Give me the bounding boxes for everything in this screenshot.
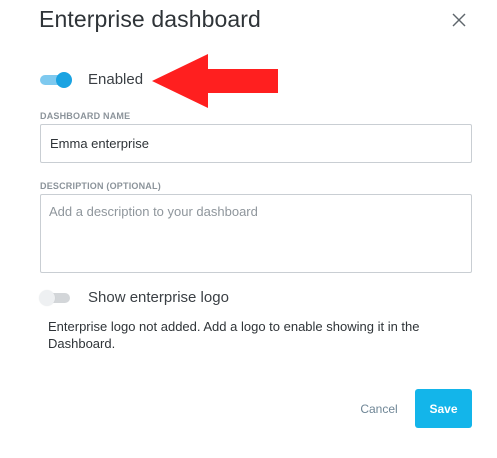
enabled-toggle[interactable] bbox=[40, 72, 74, 88]
enterprise-dashboard-dialog: Enterprise dashboard Enabled DASHBOARD N… bbox=[0, 0, 497, 458]
dashboard-name-input[interactable] bbox=[40, 124, 472, 163]
enabled-label: Enabled bbox=[88, 71, 144, 88]
show-logo-label: Show enterprise logo bbox=[88, 289, 229, 306]
close-icon bbox=[452, 13, 466, 27]
close-button[interactable] bbox=[448, 9, 470, 31]
description-input[interactable] bbox=[40, 194, 472, 273]
description-label: DESCRIPTION (OPTIONAL) bbox=[40, 181, 161, 191]
dashboard-name-label: DASHBOARD NAME bbox=[40, 111, 131, 121]
enabled-toggle-knob bbox=[56, 72, 72, 88]
cancel-button[interactable]: Cancel bbox=[350, 398, 408, 420]
logo-help-text: Enterprise logo not added. Add a logo to… bbox=[48, 319, 420, 351]
red-arrow-left-icon bbox=[152, 54, 278, 108]
save-button[interactable]: Save bbox=[415, 389, 472, 428]
show-logo-toggle[interactable] bbox=[39, 290, 74, 306]
show-logo-toggle-knob bbox=[39, 290, 55, 306]
dialog-title: Enterprise dashboard bbox=[39, 6, 261, 32]
